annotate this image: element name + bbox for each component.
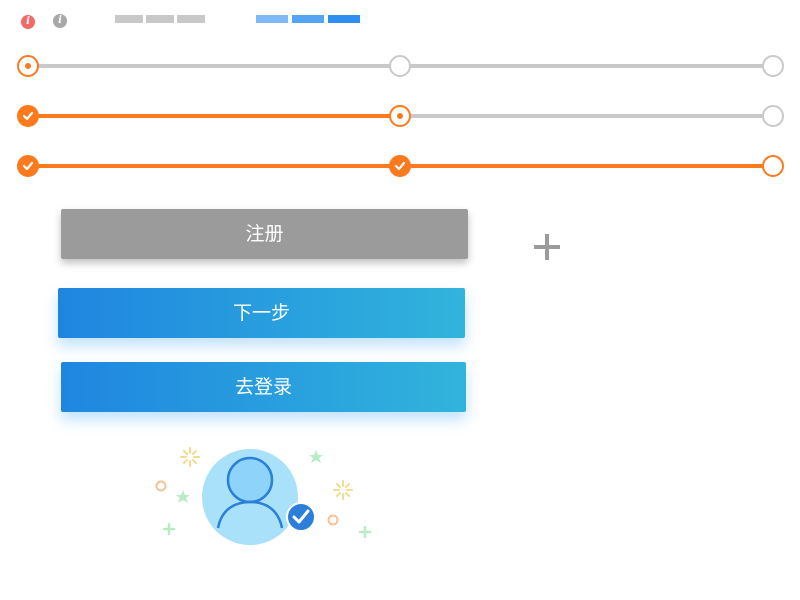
blue-indicator-3 [328, 15, 360, 23]
stepper-3-node-2-done[interactable] [389, 155, 411, 177]
avatar-head [226, 456, 274, 504]
stepper-1-node-3-empty[interactable] [762, 55, 784, 77]
star-icon [309, 450, 323, 463]
check-icon [22, 111, 34, 121]
stepper-3-segment-2 [400, 164, 773, 168]
check-icon [394, 161, 406, 171]
blue-indicator-2 [292, 15, 324, 23]
stepper-1-node-1-current[interactable] [17, 55, 39, 77]
gray-indicator-2 [146, 15, 174, 23]
gray-indicator-1 [115, 15, 143, 23]
plus-sparkle-icon [162, 522, 176, 536]
info-icon-gray[interactable]: i [53, 14, 67, 28]
stepper-3-node-3-end[interactable] [762, 155, 784, 177]
sparkle-icon [180, 447, 200, 467]
sparkle-icon [333, 480, 353, 500]
stepper-1-segment-1 [28, 64, 400, 68]
info-icon-red[interactable]: i [21, 15, 35, 29]
gray-indicator-3 [177, 15, 205, 23]
stepper-2-node-3-empty[interactable] [762, 105, 784, 127]
plus-icon[interactable] [534, 234, 560, 260]
star-icon [176, 490, 190, 503]
register-button[interactable]: 注册 [61, 209, 468, 259]
stepper-2-segment-1 [28, 114, 400, 118]
stepper-1-node-2-empty[interactable] [389, 55, 411, 77]
plus-sparkle-icon [358, 525, 372, 539]
stepper-2-segment-2 [400, 114, 773, 118]
stepper-1-segment-2 [400, 64, 773, 68]
stepper-3-node-1-done[interactable] [17, 155, 39, 177]
check-icon [22, 161, 34, 171]
ring-icon [155, 480, 167, 492]
check-badge-icon [286, 502, 316, 532]
user-avatar-illustration [155, 447, 372, 545]
stepper-2-node-2-current[interactable] [389, 105, 411, 127]
stepper-2-node-1-done[interactable] [17, 105, 39, 127]
go-login-button[interactable]: 去登录 [61, 362, 466, 412]
blue-indicator-1 [256, 15, 288, 23]
ring-icon [327, 514, 339, 526]
stepper-3-segment-1 [28, 164, 400, 168]
next-step-button[interactable]: 下一步 [58, 288, 465, 338]
